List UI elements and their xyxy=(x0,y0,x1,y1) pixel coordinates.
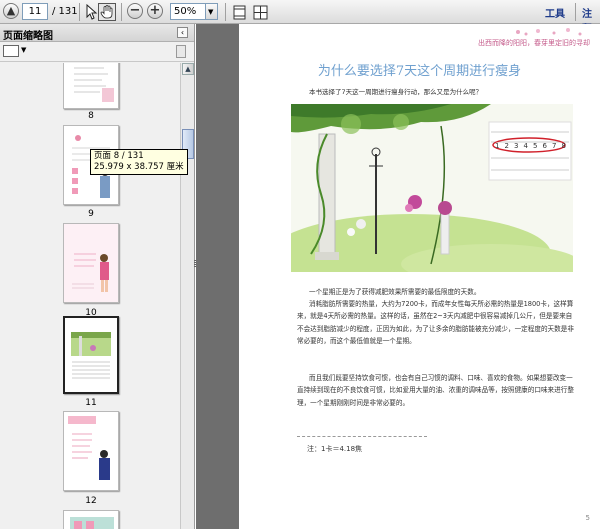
paragraph-1: 一个星期正是为了获得减肥效果所需要的最低限度的天数。 xyxy=(309,288,481,296)
document-view[interactable]: 出西而降的阳阳，春芽里定旧的寻却 为什么要选择7天这个周期进行瘦身 本书选择了7… xyxy=(196,24,600,529)
zoom-in-icon[interactable]: + xyxy=(147,3,163,19)
zoom-dropdown-icon[interactable]: ▼ xyxy=(205,3,218,20)
paragraph-2: 消耗脂肪所需要的热量，大约为7200卡，而成年女性每天所必需的热量是1800卡，… xyxy=(297,300,574,345)
document-page: 出西而降的阳阳，春芽里定旧的寻却 为什么要选择7天这个周期进行瘦身 本书选择了7… xyxy=(239,24,600,529)
toolbar: ▲ 11 / 131 − + 50% ▼ 工具 注释 xyxy=(0,0,600,35)
thumbnail-list: 8 9 10 11 12 xyxy=(0,63,180,529)
previous-page-icon[interactable]: ▲ xyxy=(3,3,19,19)
calendar-day: 5 xyxy=(533,142,537,150)
tooltip-page: 页面 8 / 131 xyxy=(94,151,144,161)
page-number-input[interactable]: 11 xyxy=(22,3,48,20)
separator xyxy=(79,3,80,21)
thumbnail-label: 9 xyxy=(88,209,94,219)
garden-illustration: 12345678 xyxy=(291,104,573,272)
thumbnail-page-10[interactable] xyxy=(63,223,119,303)
panel-header: 页面缩略图 ‹ xyxy=(0,24,194,42)
tooltip-size: 25.979 x 38.757 厘米 xyxy=(94,162,184,172)
separator xyxy=(121,3,122,21)
panel-close-icon[interactable]: ‹ xyxy=(177,27,188,38)
page-number: 5 xyxy=(585,514,590,522)
zoom-level-field[interactable]: 50% xyxy=(170,3,206,20)
select-tool-icon[interactable] xyxy=(83,3,99,21)
thumbnail-tooltip: 页面 8 / 131 25.979 x 38.757 厘米 xyxy=(90,149,188,175)
options-dropdown-icon[interactable]: ▼ xyxy=(21,46,26,54)
panel-title: 页面缩略图 xyxy=(3,31,53,42)
page-header-text: 出西而降的阳阳，春芽里定旧的寻却 xyxy=(478,39,590,47)
thumbnail-options-icon[interactable] xyxy=(3,45,19,57)
thumbnail-page-13[interactable] xyxy=(63,510,119,529)
paragraph-3: 而且我们既要坚持饮食可惯，也会有自己习惯的调料、口味、喜欢的食物。如果想要改变一… xyxy=(297,374,574,407)
footnote: 注：1卡＝4.18焦 xyxy=(307,445,363,453)
thumbnail-label: 8 xyxy=(88,111,94,121)
zoom-out-icon[interactable]: − xyxy=(127,3,143,19)
header-flowers-icon xyxy=(516,28,582,36)
thumbnail-page-12[interactable] xyxy=(63,411,119,491)
calendar-day: 7 xyxy=(552,142,556,150)
tools-menu[interactable]: 工具 xyxy=(545,5,565,20)
calendar-day: 6 xyxy=(543,142,548,150)
scroll-up-icon[interactable]: ▲ xyxy=(182,63,194,75)
page-title: 为什么要选择7天这个周期进行瘦身 xyxy=(317,64,522,79)
thumbnail-panel: 页面缩略图 ‹ ▼ 8 9 10 11 12 ▲ 页面 8 / 131 25.9… xyxy=(0,24,195,529)
calendar-day: 2 xyxy=(505,142,509,150)
calendar-image: 12345678 xyxy=(488,121,572,181)
thumbnail-scrollbar[interactable]: ▲ xyxy=(180,63,194,529)
thumbnail-page-11[interactable] xyxy=(63,316,119,394)
page-intro: 本书选择了7天这一周期进行瘦身行动，那么又是为什么呢？ xyxy=(309,88,483,96)
calendar-day: 3 xyxy=(514,142,518,150)
calendar-day: 8 xyxy=(562,142,566,150)
footnote-divider xyxy=(297,436,427,437)
calendar-day: 4 xyxy=(524,142,529,150)
fit-width-icon[interactable] xyxy=(252,3,268,21)
panel-tools: ▼ xyxy=(0,42,194,62)
separator xyxy=(225,3,226,21)
fit-page-icon[interactable] xyxy=(231,3,247,21)
calendar-day: 1 xyxy=(495,142,499,150)
separator xyxy=(575,3,576,21)
page-total: / 131 xyxy=(52,6,78,17)
trash-icon[interactable] xyxy=(176,45,186,58)
hand-tool-icon[interactable] xyxy=(98,3,116,21)
thumbnail-page-8[interactable] xyxy=(63,63,119,109)
thumbnail-label: 11 xyxy=(85,398,97,408)
thumbnail-label: 12 xyxy=(85,496,97,506)
